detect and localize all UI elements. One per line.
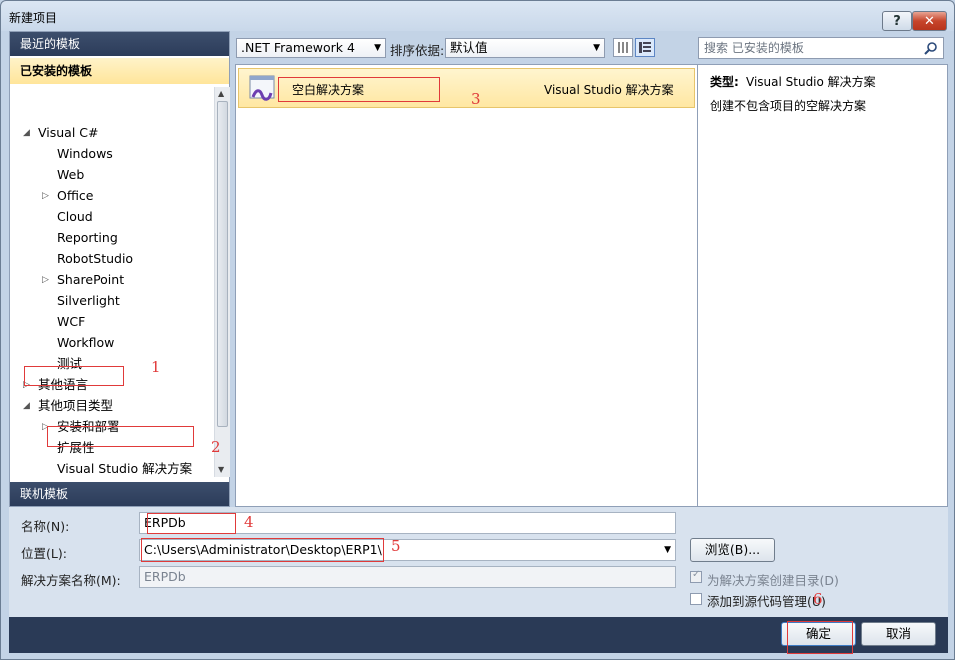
- tree-item[interactable]: Web: [57, 165, 84, 185]
- location-label: 位置(L):: [21, 546, 67, 561]
- create-directory-checkbox[interactable]: ✓: [690, 569, 702, 583]
- collapsed-icon[interactable]: ▷: [42, 270, 49, 290]
- template-details: 类型: Visual Studio 解决方案 创建不包含项目的空解决方案: [698, 64, 948, 507]
- tree-item[interactable]: ▷ Office: [42, 186, 94, 206]
- new-project-dialog: 新建项目 ? ✕ 最近的模板 已安装的模板 ◢ Visual C# Windows W…: [0, 0, 955, 660]
- grid-view-icon: [618, 42, 628, 53]
- tree-item[interactable]: RobotStudio: [57, 249, 133, 269]
- chevron-down-icon: ▼: [374, 43, 381, 53]
- annotation-number-1: 1: [151, 358, 161, 376]
- annotation-number-4: 4: [244, 513, 254, 531]
- tree-item[interactable]: Cloud: [57, 207, 93, 227]
- source-control-checkbox[interactable]: [690, 593, 702, 605]
- tree-item[interactable]: ◢ 其他项目类型: [23, 396, 114, 416]
- search-icon[interactable]: [924, 41, 938, 55]
- tree-item-label: Visual Studio 解决方案: [57, 461, 193, 476]
- tree-item-label: SharePoint: [57, 272, 125, 287]
- window-title: 新建项目: [9, 11, 58, 25]
- expanded-icon[interactable]: ◢: [23, 123, 30, 143]
- expanded-icon[interactable]: ◢: [23, 396, 30, 416]
- tree-item-label: Windows: [57, 146, 113, 161]
- tree-item-label: Silverlight: [57, 293, 120, 308]
- annotation-box-3: [278, 77, 440, 102]
- annotation-number-2: 2: [211, 438, 221, 456]
- scroll-down-icon[interactable]: ▼: [218, 465, 224, 474]
- medium-icons-view-button[interactable]: [635, 38, 655, 57]
- annotation-number-6: 6: [813, 590, 823, 608]
- tree-item-label: RobotStudio: [57, 251, 134, 266]
- type-label: 类型:: [710, 75, 739, 89]
- cancel-button[interactable]: 取消: [861, 622, 936, 646]
- chevron-down-icon[interactable]: ▼: [664, 540, 671, 560]
- annotation-box-4: [147, 513, 236, 534]
- check-icon: ✓: [692, 569, 701, 580]
- search-input[interactable]: 搜索 已安装的模板: [698, 37, 944, 59]
- template-type: Visual Studio 解决方案: [544, 83, 674, 97]
- tree-item-label: Office: [57, 188, 94, 203]
- annotation-box-1: [24, 366, 124, 386]
- solution-name-label: 解决方案名称(M):: [21, 573, 121, 588]
- recent-templates-header[interactable]: 最近的模板: [10, 32, 229, 56]
- tree-item[interactable]: Reporting: [57, 228, 118, 248]
- annotation-number-5: 5: [391, 537, 401, 555]
- tree-item-label: 其他项目类型: [38, 398, 114, 413]
- create-directory-label: 为解决方案创建目录(D): [707, 573, 839, 588]
- solution-name-input[interactable]: ERPDb: [139, 566, 676, 588]
- tree-item[interactable]: Silverlight: [57, 291, 120, 311]
- close-button[interactable]: ✕: [912, 11, 947, 31]
- source-control-label: 添加到源代码管理(U): [707, 594, 826, 609]
- tree-item[interactable]: Visual Studio 解决方案: [57, 459, 192, 479]
- annotation-box-6: [787, 621, 853, 654]
- browse-button[interactable]: 浏览(B)...: [690, 538, 775, 562]
- sort-select[interactable]: 默认值 ▼: [445, 38, 605, 58]
- tree-item[interactable]: ◢ Visual C#: [23, 123, 99, 143]
- framework-value: .NET Framework 4: [241, 40, 355, 55]
- sort-value: 默认值: [450, 40, 488, 55]
- annotation-box-5: [141, 538, 384, 562]
- tree-item-label: Visual C#: [38, 125, 99, 140]
- tree-item-label: Workflow: [57, 335, 115, 350]
- help-button[interactable]: ?: [882, 11, 912, 31]
- name-label: 名称(N):: [21, 519, 70, 534]
- type-value: Visual Studio 解决方案: [746, 75, 876, 89]
- chevron-down-icon: ▼: [593, 43, 600, 53]
- sort-label: 排序依据:: [390, 43, 445, 58]
- annotation-number-3: 3: [471, 90, 481, 108]
- template-description: 创建不包含项目的空解决方案: [710, 99, 867, 113]
- tree-item-label: Cloud: [57, 209, 93, 224]
- search-placeholder: 搜索 已安装的模板: [704, 41, 804, 55]
- tree-item-label: Web: [57, 167, 85, 182]
- list-view-icon: [639, 42, 651, 53]
- annotation-box-2: [47, 426, 194, 447]
- tree-item[interactable]: Workflow: [57, 333, 114, 353]
- blank-solution-icon: [249, 75, 275, 101]
- template-list: 空白解决方案 Visual Studio 解决方案: [235, 64, 698, 507]
- framework-select[interactable]: .NET Framework 4 ▼: [236, 38, 386, 58]
- tree-item[interactable]: WCF: [57, 312, 85, 332]
- tree-item-label: Reporting: [57, 230, 118, 245]
- tree-scrollbar[interactable]: ▲ ▼: [214, 87, 230, 477]
- scroll-thumb[interactable]: [217, 101, 228, 427]
- tree-item[interactable]: Windows: [57, 144, 113, 164]
- tree-item-label: WCF: [57, 314, 86, 329]
- tree-item[interactable]: ▷ SharePoint: [42, 270, 125, 290]
- scroll-up-icon[interactable]: ▲: [218, 89, 224, 98]
- online-templates-header[interactable]: 联机模板: [10, 482, 229, 506]
- small-icons-view-button[interactable]: [613, 38, 633, 57]
- collapsed-icon[interactable]: ▷: [42, 186, 49, 206]
- installed-templates-header[interactable]: 已安装的模板: [10, 58, 229, 84]
